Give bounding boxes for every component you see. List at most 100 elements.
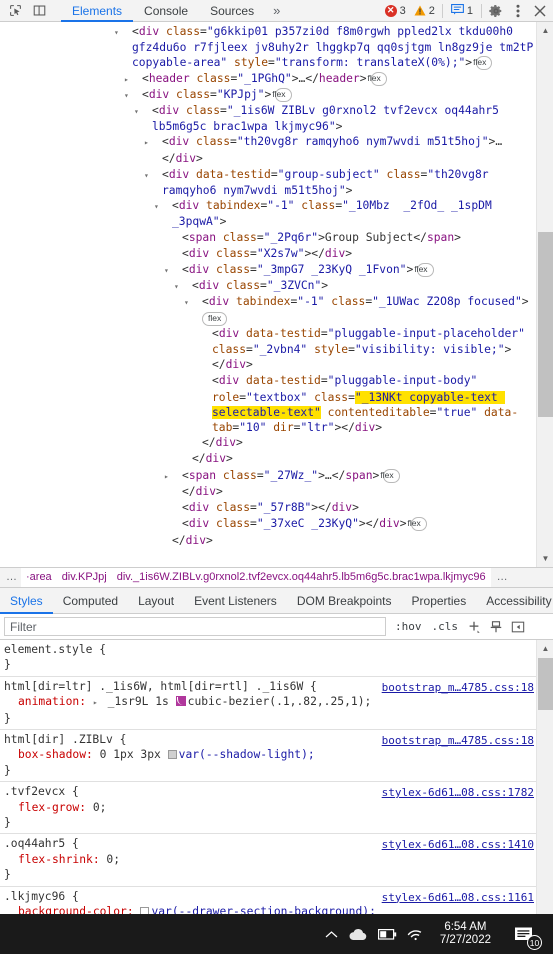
expand-arrow-open[interactable]: ▾ bbox=[134, 104, 152, 119]
breadcrumb-item-selected[interactable]: div._1is6W.ZIBLv.g0rxnol2.tvf2evcx.oq44a… bbox=[111, 568, 491, 587]
wifi-icon[interactable] bbox=[407, 928, 424, 941]
scroll-thumb[interactable] bbox=[538, 232, 553, 417]
styles-rules-list[interactable]: element.style {} bootstrap_m…4785.css:18 h… bbox=[0, 640, 536, 954]
dom-tree-line[interactable]: </div> bbox=[2, 435, 536, 451]
scroll-down-arrow[interactable]: ▼ bbox=[537, 550, 553, 567]
tab-elements[interactable]: Elements bbox=[61, 0, 134, 22]
dom-tree-line[interactable]: ▾ <div class="g6kkip01 p357zi0d f8m0rgwh … bbox=[2, 24, 536, 71]
styles-panel[interactable]: element.style {} bootstrap_m…4785.css:18 h… bbox=[0, 640, 553, 954]
dom-tree-line[interactable]: ▾ <div class="_3ZVCn"> bbox=[2, 278, 536, 294]
dom-tree-line[interactable]: ▸ <header class="_1PGhQ">…</header>flex bbox=[2, 71, 536, 87]
hov-toggle-button[interactable]: :hov bbox=[390, 617, 427, 637]
declaration-name[interactable]: box-shadow: bbox=[18, 748, 100, 761]
expand-arrow-closed[interactable]: ▸ bbox=[124, 72, 142, 87]
style-declaration[interactable]: animation: ▸ _1sr9L 1s cubic-bezier(.1,.… bbox=[0, 694, 536, 710]
cloud-icon[interactable] bbox=[348, 928, 368, 941]
expand-arrow-closed[interactable]: ▸ bbox=[164, 469, 182, 484]
dom-tree-line[interactable]: </div> bbox=[2, 484, 536, 500]
tab-properties[interactable]: Properties bbox=[402, 588, 477, 613]
dom-tree-code[interactable]: ▾ <div class="g6kkip01 p357zi0d f8m0rgwh … bbox=[0, 24, 536, 549]
dom-tree-line[interactable]: <div data-testid="pluggable-input-placeh… bbox=[2, 326, 536, 357]
dom-tree-line[interactable]: </div> bbox=[2, 357, 536, 373]
declaration-css-variable[interactable]: var(--shadow-light); bbox=[179, 748, 315, 761]
expand-arrow-open[interactable]: ▾ bbox=[124, 88, 142, 103]
taskbar-clock[interactable]: 6:54 AM 7/27/2022 bbox=[434, 921, 497, 947]
tab-console[interactable]: Console bbox=[133, 0, 199, 21]
style-rule-selector[interactable]: element.style { bbox=[0, 642, 536, 657]
flex-badge[interactable]: flex bbox=[368, 71, 387, 86]
color-swatch-icon[interactable] bbox=[167, 750, 177, 760]
style-rule-origin[interactable]: bootstrap_m…4785.css:18 bbox=[382, 680, 534, 695]
dom-tree-line[interactable]: ▾ <div class="_3mpG7 _23KyQ _1Fvon">flex bbox=[2, 262, 536, 278]
tab-event-listeners[interactable]: Event Listeners bbox=[184, 588, 287, 613]
expand-arrow-open[interactable]: ▾ bbox=[174, 279, 192, 294]
battery-icon[interactable] bbox=[377, 928, 397, 940]
declaration-value[interactable]: 0; bbox=[93, 801, 107, 814]
tab-layout[interactable]: Layout bbox=[128, 588, 184, 613]
style-rule[interactable]: bootstrap_m…4785.css:18 html[dir=ltr] ._1… bbox=[0, 677, 536, 731]
flex-badge[interactable]: flex bbox=[380, 468, 400, 483]
style-rule-origin[interactable]: stylex-6d61…08.css:1782 bbox=[382, 785, 534, 800]
declaration-name[interactable]: animation: bbox=[18, 695, 93, 708]
dom-tree-line[interactable]: ▾ <div tabindex="-1" class="_10Mbz _2fOd_… bbox=[2, 198, 536, 229]
dom-tree-line[interactable]: <div class="_57r8B"></div> bbox=[2, 500, 536, 516]
dom-tree-line[interactable]: ▾ <div tabindex="-1" class="_1UWac Z2O8p … bbox=[2, 294, 536, 310]
dom-tree-line[interactable]: <div class="_37xeC _23KyQ"></div>flex bbox=[2, 516, 536, 532]
warning-counter[interactable]: 2 bbox=[410, 5, 439, 17]
flex-badge[interactable]: flex bbox=[408, 517, 427, 532]
gear-icon[interactable] bbox=[485, 1, 507, 21]
chevron-up-icon[interactable] bbox=[325, 930, 338, 939]
dom-tree-line[interactable]: <div class="X2s7w"></div> bbox=[2, 246, 536, 262]
scroll-up-arrow[interactable]: ▲ bbox=[537, 22, 553, 39]
dom-tree-scroll-area[interactable]: ▾ <div class="g6kkip01 p357zi0d f8m0rgwh … bbox=[0, 22, 536, 567]
message-counter[interactable]: 1 bbox=[446, 3, 478, 18]
style-declaration[interactable]: flex-grow: 0; bbox=[0, 800, 536, 815]
flex-badge[interactable]: flex bbox=[272, 87, 292, 102]
dom-tree-line[interactable]: ▾ <div data-testid="group-subject" class=… bbox=[2, 167, 536, 198]
close-icon[interactable] bbox=[529, 1, 551, 21]
inspect-element-icon[interactable] bbox=[4, 1, 26, 21]
breadcrumb-overflow-left[interactable]: … bbox=[0, 568, 21, 587]
tab-dom-breakpoints[interactable]: DOM Breakpoints bbox=[287, 588, 402, 613]
dom-tree-line[interactable]: ▾ <div class="_1is6W ZIBLv g0rxnol2 tvf2e… bbox=[2, 103, 536, 134]
dom-tree-scrollbar[interactable]: ▲ ▼ bbox=[536, 22, 553, 567]
expand-arrow-open[interactable]: ▾ bbox=[184, 295, 202, 310]
style-rule[interactable]: bootstrap_m…4785.css:18 html[dir] .ZIBLv … bbox=[0, 730, 536, 783]
declaration-value[interactable]: 0; bbox=[106, 853, 120, 866]
dom-tree-line[interactable]: </div> bbox=[2, 533, 536, 549]
style-rule-origin[interactable]: bootstrap_m…4785.css:18 bbox=[382, 733, 534, 748]
declaration-name[interactable]: flex-shrink: bbox=[18, 853, 106, 866]
declaration-name[interactable]: flex-grow: bbox=[18, 801, 93, 814]
declaration-expand-arrow[interactable]: ▸ bbox=[93, 695, 101, 710]
dom-tree-line[interactable]: </div> bbox=[2, 451, 536, 467]
computed-style-icon[interactable] bbox=[485, 617, 507, 637]
style-rule[interactable]: stylex-6d61…08.css:1782 .tvf2evcx {flex-g… bbox=[0, 782, 536, 835]
flex-badge[interactable]: flex bbox=[473, 56, 493, 71]
tab-sources[interactable]: Sources bbox=[199, 0, 265, 21]
device-toolbar-icon[interactable] bbox=[28, 1, 50, 21]
tab-accessibility[interactable]: Accessibility bbox=[476, 588, 553, 613]
error-counter[interactable]: ✕ 3 bbox=[381, 4, 410, 17]
tab-more-panels[interactable]: » bbox=[265, 0, 288, 21]
breadcrumb[interactable]: … ·area div.KPJpj div._1is6W.ZIBLv.g0rxn… bbox=[0, 568, 553, 588]
dom-tree-line[interactable]: <div data-testid="pluggable-input-body" … bbox=[2, 373, 536, 435]
flex-badge[interactable]: flex bbox=[414, 263, 434, 278]
dom-tree-line[interactable]: <span class="_2Pq6r">Group Subject</span… bbox=[2, 230, 536, 246]
style-rule[interactable]: stylex-6d61…08.css:1410 .oq44ahr5 {flex-s… bbox=[0, 834, 536, 887]
expand-arrow-open[interactable]: ▾ bbox=[154, 199, 172, 214]
style-rule[interactable]: element.style {} bbox=[0, 640, 536, 677]
styles-scroll-up-arrow[interactable]: ▲ bbox=[537, 640, 553, 657]
tab-styles[interactable]: Styles bbox=[0, 588, 53, 614]
kebab-menu-icon[interactable] bbox=[507, 1, 529, 21]
style-rule-origin[interactable]: stylex-6d61…08.css:1410 bbox=[382, 837, 534, 852]
expand-arrow-closed[interactable]: ▸ bbox=[144, 135, 162, 150]
notification-icon[interactable]: 10 bbox=[507, 917, 542, 951]
cubic-bezier-swatch-icon[interactable] bbox=[175, 696, 186, 707]
expand-arrow-open[interactable]: ▾ bbox=[144, 168, 162, 183]
expand-arrow-open[interactable]: ▾ bbox=[164, 263, 182, 278]
style-declaration[interactable]: flex-shrink: 0; bbox=[0, 852, 536, 867]
plus-icon[interactable] bbox=[463, 617, 485, 637]
expand-arrow-open[interactable]: ▾ bbox=[114, 25, 132, 40]
toggle-sidebar-icon[interactable] bbox=[507, 617, 529, 637]
dom-tree-panel[interactable]: ▾ <div class="g6kkip01 p357zi0d f8m0rgwh … bbox=[0, 22, 553, 568]
